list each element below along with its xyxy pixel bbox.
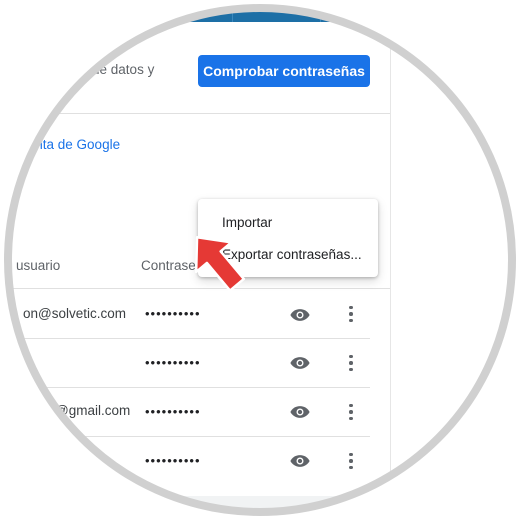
eye-icon[interactable] — [290, 356, 310, 370]
google-account-link[interactable]: ı cuenta de Google — [6, 137, 120, 152]
row-password-value: •••••••••• — [145, 355, 201, 370]
row-user-value: on@solvetic.com — [23, 306, 126, 321]
bottom-band — [6, 496, 514, 514]
magnified-screenshot: ıdad de datos y Comprobar contraseñas ı … — [0, 0, 520, 520]
column-header-user: usuario — [16, 258, 61, 273]
eye-icon[interactable] — [290, 405, 310, 419]
top-color-band — [6, 6, 514, 22]
top-band-divider — [320, 6, 321, 22]
eye-icon[interactable] — [290, 454, 310, 468]
row-divider — [6, 387, 370, 388]
row-divider — [6, 338, 370, 339]
check-passwords-button[interactable]: Comprobar contraseñas — [198, 55, 370, 87]
more-vert-icon[interactable] — [341, 402, 361, 422]
check-description-text: ıdad de datos y — [62, 62, 155, 77]
magnifier-lens: ıdad de datos y Comprobar contraseñas ı … — [6, 6, 514, 514]
eye-icon[interactable] — [290, 308, 310, 322]
top-band-divider — [232, 6, 233, 22]
row-divider — [6, 436, 370, 437]
more-vert-icon[interactable] — [341, 451, 361, 471]
right-gutter — [390, 22, 514, 514]
more-vert-icon[interactable] — [341, 304, 361, 324]
more-vert-icon[interactable] — [341, 353, 361, 373]
red-arrow-pointer — [194, 236, 246, 292]
row-user-value: @gmail.com — [55, 403, 131, 418]
row-password-value: •••••••••• — [145, 453, 201, 468]
row-password-value: •••••••••• — [145, 404, 201, 419]
row-password-value: •••••••••• — [145, 306, 201, 321]
divider — [6, 113, 390, 114]
